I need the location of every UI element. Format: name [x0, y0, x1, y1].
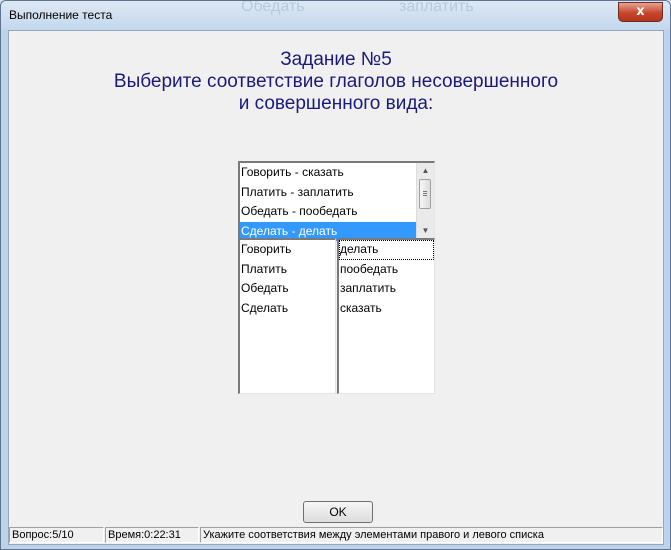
close-icon: x	[636, 4, 645, 19]
background-ghost-text-left: Обедать	[241, 1, 305, 15]
pairs-scrollbar[interactable]: ▲ ▼	[416, 163, 434, 238]
left-rows: Говорить Платить Обедать Сделать	[240, 240, 335, 318]
right-list-item[interactable]: делать	[339, 240, 434, 260]
status-bar: Вопрос:5/10 Время:0:22:31 Укажите соотве…	[9, 526, 663, 544]
title-bar[interactable]: Обедать заплатить Выполнение теста x	[1, 1, 670, 30]
grip-line	[423, 193, 427, 194]
right-listbox[interactable]: делать пообедать заплатить сказать	[337, 238, 435, 394]
pairs-listbox[interactable]: Говорить - сказать Платить - заплатить Обе…	[238, 161, 435, 241]
scroll-thumb[interactable]	[419, 179, 431, 209]
task-title: Задание №5	[280, 49, 392, 70]
grip-line	[423, 191, 427, 192]
task-instruction-line-2: и совершенного вида:	[238, 93, 434, 114]
background-ghost-text-right: заплатить	[399, 1, 474, 15]
left-list-item[interactable]: Говорить	[240, 240, 335, 260]
pairs-list-item[interactable]: Обедать - пообедать	[240, 202, 434, 222]
scroll-up-icon[interactable]: ▲	[417, 163, 434, 178]
client-area: Задание №5 Выберите соответствие глаголо…	[8, 30, 664, 545]
ok-button[interactable]: OK	[303, 501, 373, 523]
right-rows: делать пообедать заплатить сказать	[339, 240, 434, 318]
pairs-rows: Говорить - сказать Платить - заплатить Обе…	[240, 163, 434, 241]
left-list-item[interactable]: Обедать	[240, 279, 335, 299]
window-title: Выполнение теста	[9, 8, 113, 22]
status-hint: Укажите соответствия между элементами пр…	[200, 527, 663, 543]
scroll-down-icon[interactable]: ▼	[417, 223, 434, 238]
grip-line	[423, 195, 427, 196]
left-list-item[interactable]: Сделать	[240, 299, 335, 319]
right-list-item[interactable]: заплатить	[339, 279, 434, 299]
status-question-count: Вопрос:5/10	[9, 527, 104, 543]
right-list-item[interactable]: пообедать	[339, 260, 434, 280]
status-timer: Время:0:22:31	[105, 527, 199, 543]
pairs-list-item[interactable]: Платить - заплатить	[240, 183, 434, 203]
close-button[interactable]: x	[618, 2, 663, 22]
pairs-list-item[interactable]: Говорить - сказать	[240, 163, 434, 183]
left-list-item[interactable]: Платить	[240, 260, 335, 280]
app-window: Обедать заплатить Выполнение теста x Зад…	[0, 0, 671, 550]
left-listbox[interactable]: Говорить Платить Обедать Сделать	[238, 238, 336, 394]
task-instruction-line-1: Выберите соответствие глаголов несоверше…	[113, 71, 559, 92]
right-list-item[interactable]: сказать	[339, 299, 434, 319]
